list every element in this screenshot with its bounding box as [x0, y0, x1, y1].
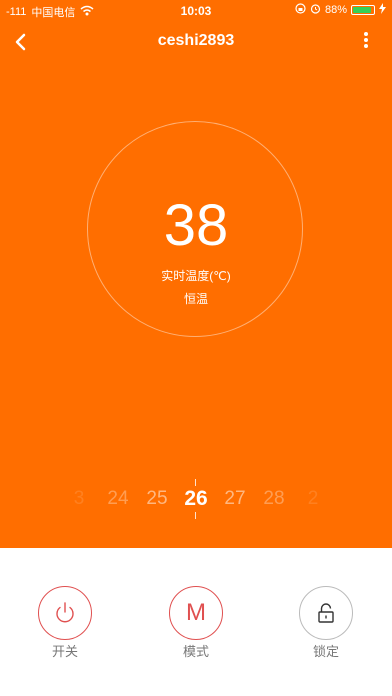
more-options-button[interactable]	[362, 29, 370, 53]
temperature-label: 实时温度(℃)	[161, 269, 231, 283]
picker-value[interactable]: 3	[63, 485, 95, 513]
battery-icon	[351, 5, 375, 15]
power-icon	[56, 602, 74, 623]
current-temperature: 38	[163, 193, 229, 258]
picker-value[interactable]: 2	[297, 485, 329, 513]
picker-value[interactable]: 25	[141, 485, 173, 513]
power-label: 开关	[51, 644, 78, 659]
temperature-picker[interactable]: 3 24 25 26 27 28 2	[0, 485, 392, 513]
picker-value[interactable]: 24	[102, 485, 134, 513]
mode-glyph: M	[186, 599, 206, 626]
picker-value[interactable]: 27	[219, 485, 251, 513]
battery-fill	[353, 7, 371, 13]
charging-icon	[379, 3, 386, 17]
battery-percent: 88%	[324, 4, 347, 16]
lock-label: 锁定	[312, 644, 339, 659]
lock-icon	[318, 603, 334, 623]
control-bar: 开关 M 模式 锁定	[0, 548, 392, 696]
nav-bar: ceshi2893	[0, 22, 392, 62]
mode-label: 模式	[182, 644, 209, 659]
picker-value[interactable]: 28	[258, 485, 290, 513]
device-title: ceshi2893	[157, 32, 235, 49]
main-panel: -111 中国电信 10:03 88% ceshi2893 38 实时温度(℃)…	[0, 0, 392, 548]
power-button[interactable]	[38, 586, 92, 640]
alarm-icon	[310, 3, 321, 17]
mode-status: 恒温	[183, 292, 208, 306]
status-bar: -111 中国电信 10:03 88%	[0, 0, 392, 22]
picker-value[interactable]: 26	[180, 485, 212, 513]
mode-button[interactable]: M	[169, 586, 223, 640]
rotation-lock-icon	[295, 3, 306, 17]
picker-indicator-bottom	[195, 512, 196, 519]
lock-button[interactable]	[299, 586, 353, 640]
more-vertical-icon	[364, 32, 368, 48]
